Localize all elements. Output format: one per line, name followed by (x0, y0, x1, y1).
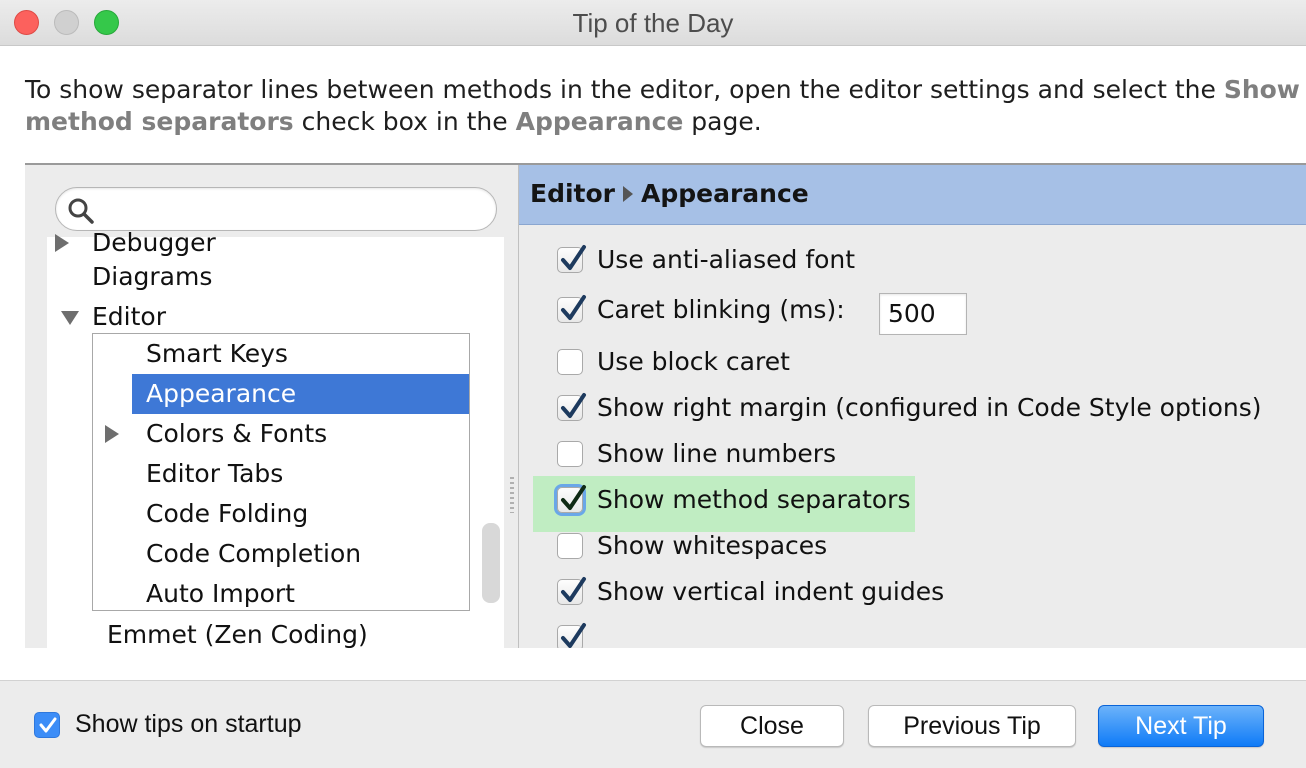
caret-blinking-input[interactable]: 500 (879, 293, 967, 335)
previous-tip-button[interactable]: Previous Tip (868, 705, 1076, 747)
checkbox-checked[interactable] (557, 623, 586, 648)
tree-item-label: Emmet (Zen Coding) (107, 620, 368, 648)
tip-text-part: check box in the (293, 107, 516, 136)
tree-item-label: Diagrams (92, 262, 213, 291)
collapse-arrow-icon[interactable] (61, 311, 79, 325)
editor-children-list: Smart Keys Appearance Colors & Fonts Edi… (92, 333, 470, 611)
next-tip-button[interactable]: Next Tip (1098, 705, 1264, 747)
window-title: Tip of the Day (572, 8, 734, 38)
splitter-grip[interactable] (510, 477, 514, 513)
breadcrumb-parent: Editor (530, 179, 615, 208)
tree-item-code-folding[interactable]: Code Folding (146, 494, 308, 534)
tree-item-label: Editor (92, 302, 166, 331)
checkmark-icon (561, 245, 586, 270)
tree-item-label: Appearance (146, 379, 297, 408)
search-icon (68, 198, 94, 224)
checkbox-unchecked[interactable] (557, 441, 583, 467)
breadcrumb-arrow-icon (623, 186, 633, 202)
checkbox-checked[interactable] (557, 577, 586, 605)
tip-text: To show separator lines between methods … (25, 74, 1300, 138)
checkmark-icon (561, 485, 586, 510)
expand-arrow-icon[interactable] (55, 234, 69, 252)
tree-item-code-completion[interactable]: Code Completion (146, 534, 361, 574)
option-label: Show right margin (configured in Code St… (597, 393, 1262, 422)
tree-item-auto-import[interactable]: Auto Import (146, 574, 295, 614)
tree-item-label: Colors & Fonts (146, 419, 328, 448)
tree-item-label: Editor Tabs (146, 459, 284, 488)
checkbox-checked[interactable] (557, 393, 586, 421)
checkbox-unchecked[interactable] (557, 349, 583, 375)
option-label: Caret blinking (ms): (597, 295, 845, 324)
checkbox-checked[interactable] (557, 295, 586, 323)
checkmark-icon (561, 577, 586, 602)
checkmark-icon (561, 623, 586, 648)
checkbox-unchecked[interactable] (557, 533, 583, 559)
tree-item-label: Code Folding (146, 499, 309, 528)
panel-splitter[interactable] (506, 165, 518, 648)
tree-item-editor[interactable]: Editor (55, 297, 455, 337)
show-tips-label[interactable]: Show tips on startup (75, 707, 302, 741)
tip-text-part: page. (683, 107, 762, 136)
breadcrumb: Editor Appearance (519, 165, 1306, 225)
settings-screenshot: Debugger Diagrams Editor Smart Keys Appe… (25, 165, 1306, 648)
checkbox-checked[interactable] (557, 485, 586, 513)
title-bar: Tip of the Day (0, 0, 1306, 46)
checkbox-checked[interactable] (557, 245, 586, 273)
appearance-panel: Editor Appearance Use anti-aliased font C… (518, 165, 1306, 648)
settings-tree: Debugger Diagrams Editor Smart Keys Appe… (47, 228, 504, 648)
tree-item-label: Smart Keys (146, 339, 288, 368)
option-label: Show whitespaces (597, 531, 828, 560)
tree-item-editor-tabs[interactable]: Editor Tabs (146, 454, 283, 494)
tree-item-appearance[interactable]: Appearance (132, 374, 469, 414)
tip-highlight-page: Appearance (515, 107, 684, 136)
tree-item-diagrams[interactable]: Diagrams (92, 257, 212, 297)
tree-item-emmet[interactable]: Emmet (Zen Coding) (107, 615, 368, 648)
option-label: Use anti-aliased font (597, 245, 856, 274)
show-tips-checkbox[interactable] (34, 712, 60, 738)
tree-item-smart-keys[interactable]: Smart Keys (146, 334, 288, 374)
option-label: Use block caret (597, 347, 790, 376)
checkmark-icon (39, 717, 57, 733)
checkmark-icon (561, 295, 586, 320)
checkmark-icon (561, 393, 586, 418)
dialog-footer: Show tips on startup Close Previous Tip … (0, 680, 1306, 768)
tip-content: To show separator lines between methods … (0, 46, 1306, 680)
option-label: Show line numbers (597, 439, 837, 468)
option-label: Show method separators (597, 485, 911, 514)
tip-text-part: To show separator lines between methods … (25, 75, 1224, 104)
expand-arrow-icon[interactable] (105, 425, 119, 443)
breadcrumb-current: Appearance (641, 179, 809, 208)
tree-item-label: Code Completion (146, 539, 362, 568)
close-button[interactable]: Close (700, 705, 844, 747)
tree-scrollbar[interactable] (482, 523, 500, 603)
tree-item-label: Auto Import (146, 579, 295, 608)
option-label: Show vertical indent guides (597, 577, 945, 606)
